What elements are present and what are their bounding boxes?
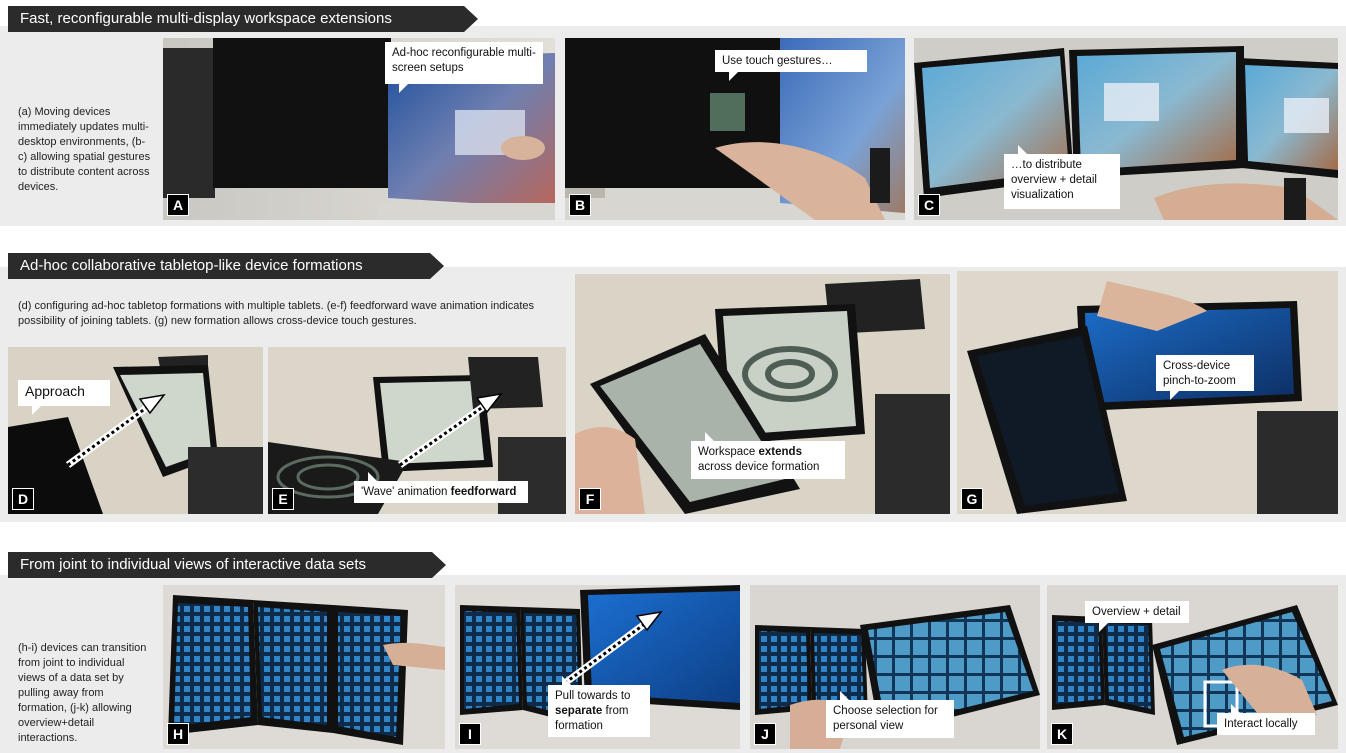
panel-g-tag: G — [961, 488, 983, 510]
panel-k-callout-interact: Interact locally — [1217, 704, 1315, 735]
panel-d-photo: D Approach — [8, 347, 263, 514]
section1-description: (a) Moving devices immediately updates m… — [18, 106, 151, 193]
section1-title: Fast, reconfigurable multi-display works… — [8, 6, 478, 32]
section2-description: (d) configuring ad-hoc tabletop formatio… — [18, 300, 535, 327]
panel-k-callout-overview: Overview + detail — [1085, 601, 1189, 632]
panel-h-photo: H — [163, 585, 445, 749]
panel-c-photo: C …to distribute overview + detail visua… — [914, 38, 1338, 220]
panel-c-callout: …to distribute overview + detail visuali… — [1004, 145, 1120, 209]
panel-c-tag: C — [918, 194, 940, 216]
panel-e-photo: E 'Wave' animation feedforward — [268, 347, 566, 514]
panel-f-tag: F — [579, 488, 601, 510]
panel-b-photo: B Use touch gestures… — [565, 38, 905, 220]
panel-j-callout: Choose selection for personal view — [826, 691, 954, 738]
panel-k-tag: K — [1051, 723, 1073, 745]
panel-j-tag: J — [754, 723, 776, 745]
panel-f-callout: Workspace extends across device formation — [691, 432, 845, 479]
section3-title: From joint to individual views of intera… — [8, 552, 446, 578]
panel-f-photo: F Workspace extends across device formati… — [575, 274, 950, 514]
panel-i-photo: I Pull towards to separate from formatio… — [455, 585, 740, 749]
panel-a-tag: A — [167, 194, 189, 216]
panel-b-callout: Use touch gestures… — [715, 50, 867, 81]
section3-description: (h-i) devices can transition from joint … — [18, 642, 147, 744]
panel-h-tag: H — [167, 723, 189, 745]
panel-k-photo: K Overview + detail Interact locally — [1047, 585, 1338, 749]
panel-j-photo: J Choose selection for personal view — [750, 585, 1040, 749]
panel-e-callout: 'Wave' animation feedforward — [354, 472, 528, 503]
panel-b-tag: B — [569, 194, 591, 216]
panel-e-tag: E — [272, 488, 294, 510]
panel-d-tag: D — [12, 488, 34, 510]
panel-a-callout: Ad-hoc reconfigurable multi-screen setup… — [385, 42, 543, 93]
panel-i-callout: Pull towards to separate from formation — [548, 676, 650, 737]
panel-a-photo: A Ad-hoc reconfigurable multi-screen set… — [163, 38, 555, 220]
panel-i-tag: I — [459, 723, 481, 745]
panel-g-photo: G Cross-device pinch-to-zoom — [957, 271, 1338, 514]
panel-g-callout: Cross-device pinch-to-zoom — [1156, 355, 1254, 400]
section2-title: Ad-hoc collaborative tabletop-like devic… — [8, 253, 444, 279]
panel-d-callout: Approach — [18, 380, 110, 415]
